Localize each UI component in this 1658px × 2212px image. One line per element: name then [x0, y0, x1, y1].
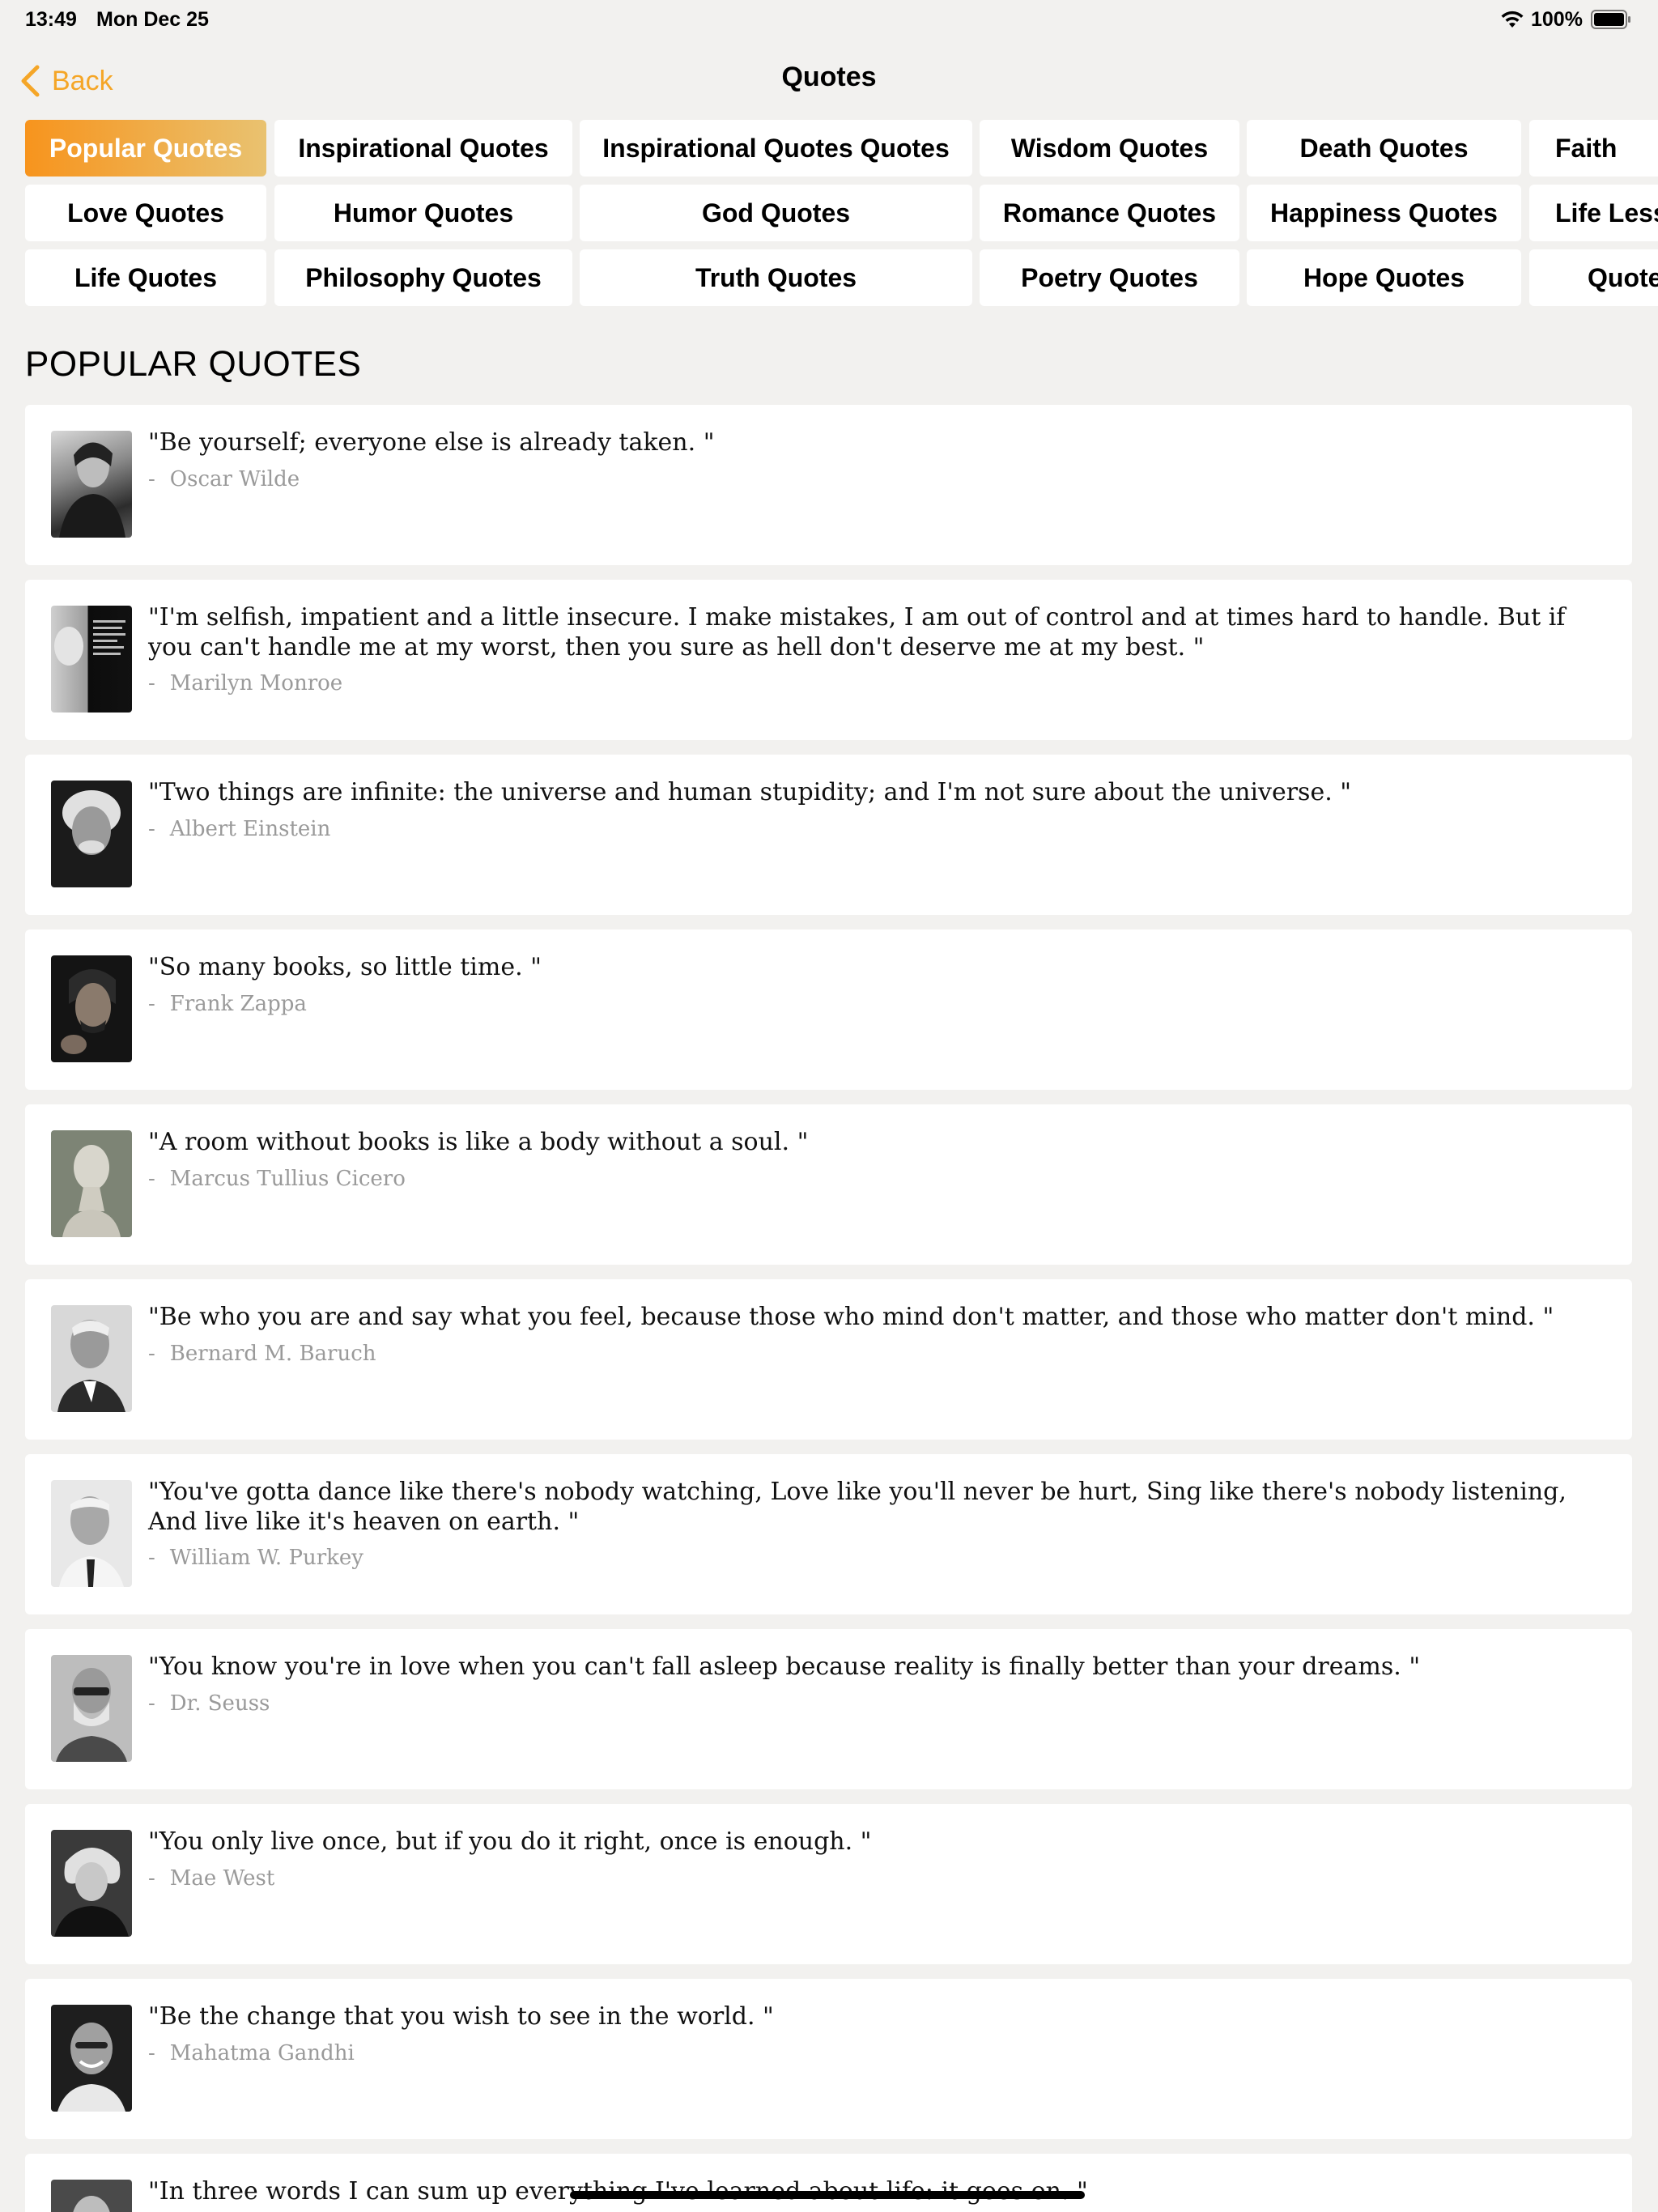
- quote-author: - Mahatma Gandhi: [148, 2041, 355, 2065]
- tab-poetry-quotes[interactable]: Poetry Quotes: [980, 249, 1239, 306]
- author-name: William W. Purkey: [169, 1546, 363, 1570]
- quote-author: - Oscar Wilde: [148, 467, 300, 491]
- author-photo: [51, 2005, 132, 2112]
- quote-card[interactable]: "I'm selfish, impatient and a little ins…: [25, 580, 1632, 740]
- author-name: Frank Zappa: [169, 992, 307, 1016]
- tab-quotes-quotes[interactable]: Quote: [1529, 249, 1658, 306]
- quote-text: "I'm selfish, impatient and a little ins…: [148, 603, 1566, 661]
- status-bar: 13:49 Mon Dec 25 100%: [0, 0, 1658, 39]
- quote-text: "Be yourself; everyone else is already t…: [148, 428, 715, 457]
- author-name: Bernard M. Baruch: [169, 1342, 376, 1366]
- author-photo: [51, 606, 132, 713]
- tab-truth-quotes[interactable]: Truth Quotes: [580, 249, 972, 306]
- tab-romance-quotes[interactable]: Romance Quotes: [980, 185, 1239, 241]
- back-label: Back: [52, 65, 113, 96]
- quote-author: - Bernard M. Baruch: [148, 1342, 376, 1366]
- wifi-icon: [1501, 11, 1524, 28]
- author-photo: [51, 1655, 132, 1762]
- author-name: Dr. Seuss: [169, 1691, 270, 1716]
- author-name: Mahatma Gandhi: [169, 2041, 355, 2065]
- quote-text: "Be the change that you wish to see in t…: [148, 2002, 774, 2031]
- author-dash: -: [148, 1546, 155, 1570]
- quote-card[interactable]: "You've gotta dance like there's nobody …: [25, 1454, 1632, 1614]
- quote-text: "You've gotta dance like there's nobody …: [148, 1478, 1567, 1536]
- quote-author: - Marcus Tullius Cicero: [148, 1167, 406, 1191]
- author-photo: [51, 781, 132, 887]
- author-dash: -: [148, 1691, 155, 1716]
- author-dash: -: [148, 1342, 155, 1366]
- author-dash: -: [148, 467, 155, 491]
- chevron-left-icon: [21, 65, 40, 97]
- quote-author: - Albert Einstein: [148, 817, 330, 841]
- back-button[interactable]: Back: [19, 61, 113, 101]
- author-dash: -: [148, 2041, 155, 2065]
- quote-card[interactable]: "Be who you are and say what you feel, b…: [25, 1279, 1632, 1440]
- tab-faith-quotes[interactable]: Faith: [1529, 120, 1658, 177]
- status-time: 13:49: [25, 8, 77, 31]
- tab-life-quotes[interactable]: Life Quotes: [25, 249, 266, 306]
- quote-card[interactable]: "A room without books is like a body wit…: [25, 1104, 1632, 1265]
- navigation-bar: Quotes Back: [0, 49, 1658, 113]
- author-photo: [51, 2180, 132, 2212]
- section-title: POPULAR QUOTES: [25, 344, 362, 384]
- quote-text: "A room without books is like a body wit…: [148, 1128, 809, 1156]
- tab-philosophy-quotes[interactable]: Philosophy Quotes: [274, 249, 572, 306]
- quote-author: - Mae West: [148, 1866, 274, 1891]
- tab-love-quotes[interactable]: Love Quotes: [25, 185, 266, 241]
- category-tabs: Popular Quotes Inspirational Quotes Insp…: [0, 120, 1658, 308]
- quote-card[interactable]: "You know you're in love when you can't …: [25, 1629, 1632, 1789]
- quote-card[interactable]: "So many books, so little time. " - Frank…: [25, 929, 1632, 1090]
- tab-hope-quotes[interactable]: Hope Quotes: [1247, 249, 1521, 306]
- quote-author: - William W. Purkey: [148, 1546, 363, 1570]
- author-photo: [51, 1130, 132, 1237]
- author-name: Mae West: [169, 1866, 275, 1891]
- page-title: Quotes: [781, 62, 877, 92]
- author-photo: [51, 955, 132, 1062]
- tab-happiness-quotes[interactable]: Happiness Quotes: [1247, 185, 1521, 241]
- battery-percentage: 100%: [1531, 8, 1583, 31]
- battery-icon: [1591, 10, 1630, 29]
- tab-god-quotes[interactable]: God Quotes: [580, 185, 972, 241]
- author-dash: -: [148, 817, 155, 841]
- home-indicator: [570, 2191, 1085, 2199]
- tab-inspirational-quotes[interactable]: Inspirational Quotes: [274, 120, 572, 177]
- author-name: Albert Einstein: [169, 817, 331, 841]
- quote-author: - Dr. Seuss: [148, 1691, 270, 1716]
- quote-text: "Be who you are and say what you feel, b…: [148, 1303, 1554, 1331]
- quote-text: "Two things are infinite: the universe a…: [148, 778, 1352, 806]
- author-name: Oscar Wilde: [169, 467, 300, 491]
- quote-card[interactable]: "Be the change that you wish to see in t…: [25, 1979, 1632, 2139]
- author-dash: -: [148, 1866, 155, 1891]
- author-name: Marilyn Monroe: [169, 671, 343, 696]
- author-dash: -: [148, 1167, 155, 1191]
- tab-death-quotes[interactable]: Death Quotes: [1247, 120, 1521, 177]
- author-dash: -: [148, 671, 155, 696]
- author-photo: [51, 1830, 132, 1937]
- author-photo: [51, 1480, 132, 1587]
- author-photo: [51, 431, 132, 538]
- quote-text: "You know you're in love when you can't …: [148, 1653, 1421, 1681]
- author-name: Marcus Tullius Cicero: [169, 1167, 406, 1191]
- quote-author: - Marilyn Monroe: [148, 671, 342, 696]
- tab-inspirational-quotes-quotes[interactable]: Inspirational Quotes Quotes: [580, 120, 972, 177]
- quote-text: "So many books, so little time. ": [148, 953, 542, 981]
- tab-popular-quotes[interactable]: Popular Quotes: [25, 120, 266, 177]
- tab-humor-quotes[interactable]: Humor Quotes: [274, 185, 572, 241]
- quote-card[interactable]: "Be yourself; everyone else is already t…: [25, 405, 1632, 565]
- author-photo: [51, 1305, 132, 1412]
- quotes-screen: 13:49 Mon Dec 25 100% Quotes Back Popula…: [0, 0, 1658, 2212]
- quote-card[interactable]: "Two things are infinite: the universe a…: [25, 755, 1632, 915]
- author-dash: -: [148, 992, 155, 1016]
- tab-life-lessons-quotes[interactable]: Life Less: [1529, 185, 1658, 241]
- quote-card[interactable]: "You only live once, but if you do it ri…: [25, 1804, 1632, 1964]
- quote-card[interactable]: "In three words I can sum up everything …: [25, 2154, 1632, 2212]
- quote-text: "You only live once, but if you do it ri…: [148, 1827, 872, 1856]
- quote-author: - Frank Zappa: [148, 992, 307, 1016]
- status-date: Mon Dec 25: [96, 8, 209, 31]
- tab-wisdom-quotes[interactable]: Wisdom Quotes: [980, 120, 1239, 177]
